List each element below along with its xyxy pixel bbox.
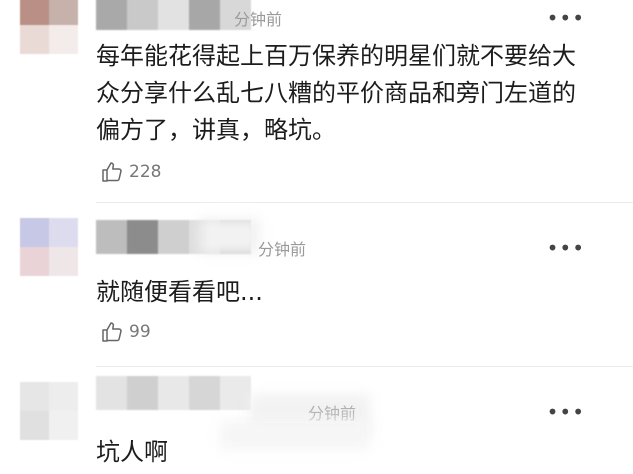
avatar-pixel [49,382,78,411]
comment-text: 坑人啊 [96,438,168,466]
avatar-pixel [49,411,78,440]
avatar-pixel [20,382,49,411]
avatar[interactable] [20,382,78,440]
username-pixelated[interactable] [96,376,251,410]
more-options-button[interactable]: ••• [547,402,585,422]
comment-item: 分钟前 ••• 坑人啊 [0,0,633,474]
avatar-pixel [20,411,49,440]
